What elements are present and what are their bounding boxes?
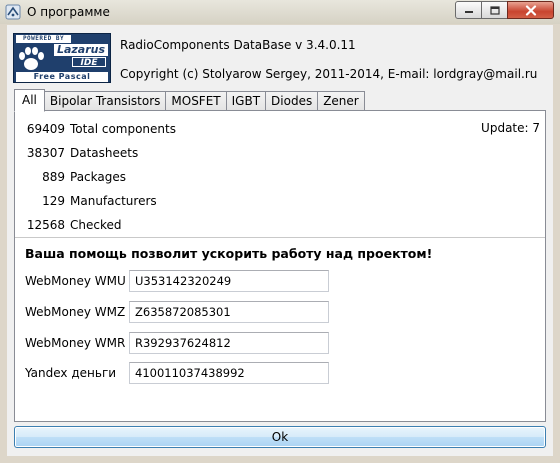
stat-row-packages: 889 Packages xyxy=(15,170,315,186)
minimize-icon xyxy=(464,11,473,13)
stat-label: Datasheets xyxy=(70,146,139,160)
stat-label: Packages xyxy=(70,170,126,184)
window-title: О программе xyxy=(27,5,110,19)
about-dialog: О программе POWERED BY Lazarus IDE Free … xyxy=(0,0,560,463)
title-bar[interactable]: О программе xyxy=(0,0,560,24)
tab-strip: All Bipolar Transistors MOSFET IGBT Diod… xyxy=(14,89,365,112)
payment-row-wmz: WebMoney WMZ Z635872085301 xyxy=(25,301,545,323)
payment-label: Yandex деньги xyxy=(25,366,117,380)
tab-igbt[interactable]: IGBT xyxy=(225,91,267,111)
stat-label: Manufacturers xyxy=(70,194,157,208)
lazarus-logo: POWERED BY Lazarus IDE Free Pascal xyxy=(13,33,111,83)
tab-bipolar-transistors[interactable]: Bipolar Transistors xyxy=(43,91,167,111)
tab-zener[interactable]: Zener xyxy=(317,91,365,111)
tab-mosfet[interactable]: MOSFET xyxy=(165,91,227,111)
maximize-button[interactable] xyxy=(481,1,508,19)
section-divider xyxy=(15,237,545,238)
stat-value: 69409 xyxy=(26,122,65,136)
stat-label: Total components xyxy=(70,122,176,136)
stat-value: 889 xyxy=(42,170,65,184)
close-icon xyxy=(525,4,536,16)
ok-button[interactable]: Ok xyxy=(14,426,546,448)
stat-value: 129 xyxy=(42,194,65,208)
help-heading: Ваша помощь позволит ускорить работу над… xyxy=(25,246,433,261)
app-icon xyxy=(5,4,21,20)
stat-row-total: 69409 Total components xyxy=(15,122,315,138)
stats-section: 69409 Total components 38307 Datasheets … xyxy=(15,111,545,237)
tab-all[interactable]: All xyxy=(14,89,45,112)
client-area: POWERED BY Lazarus IDE Free Pascal Radio… xyxy=(7,25,553,456)
stat-value: 38307 xyxy=(26,146,65,160)
payment-label: WebMoney WMR xyxy=(25,336,126,350)
wmz-field[interactable]: Z635872085301 xyxy=(129,301,329,323)
update-label: Update: 7 xyxy=(481,121,540,135)
stat-value: 12568 xyxy=(26,218,65,232)
logo-ide-text: IDE xyxy=(72,57,106,68)
logo-free-pascal-text: Free Pascal xyxy=(16,72,108,82)
maximize-icon xyxy=(489,5,500,15)
payment-label: WebMoney WMU xyxy=(25,274,126,288)
logo-lazarus-text: Lazarus xyxy=(54,44,108,56)
stat-row-checked: 12568 Checked xyxy=(15,218,315,234)
payment-row-wmr: WebMoney WMR R392937624812 xyxy=(25,332,545,354)
payment-label: WebMoney WMZ xyxy=(25,305,126,319)
minimize-button[interactable] xyxy=(455,1,482,19)
stat-label: Checked xyxy=(70,218,122,232)
wmr-field[interactable]: R392937624812 xyxy=(129,332,329,354)
stat-row-manufacturers: 129 Manufacturers xyxy=(15,194,315,210)
paw-icon xyxy=(19,47,44,70)
yandex-field[interactable]: 410011037438992 xyxy=(129,362,329,384)
copyright-text: Copyright (c) Stolyarow Sergey, 2011-201… xyxy=(120,67,538,81)
payment-row-yandex: Yandex деньги 410011037438992 xyxy=(25,362,545,384)
tab-diodes[interactable]: Diodes xyxy=(265,91,319,111)
logo-powered-text: POWERED BY xyxy=(16,35,71,43)
wmu-field[interactable]: U353142320249 xyxy=(129,270,329,292)
tab-panel-all: 69409 Total components 38307 Datasheets … xyxy=(14,110,546,422)
stat-row-datasheets: 38307 Datasheets xyxy=(15,146,315,162)
app-name: RadioComponents DataBase v 3.4.0.11 xyxy=(120,38,356,52)
payment-row-wmu: WebMoney WMU U353142320249 xyxy=(25,270,545,292)
close-button[interactable] xyxy=(507,1,554,19)
